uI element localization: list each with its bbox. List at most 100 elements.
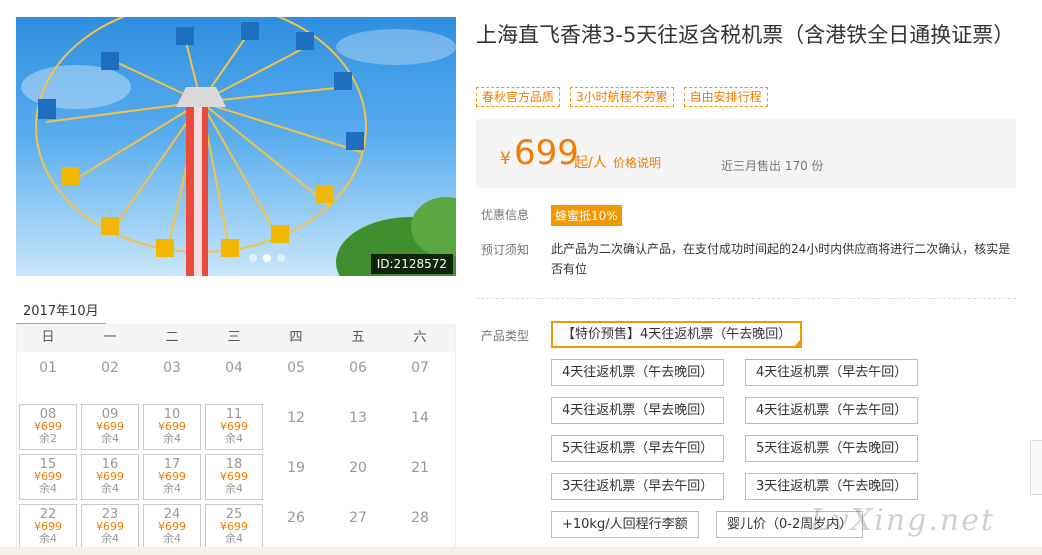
- product-image[interactable]: ID:2128572: [16, 17, 456, 276]
- carousel-dots: [249, 254, 285, 262]
- product-option[interactable]: 3天往返机票（午去晚回）: [745, 473, 919, 500]
- ferris-swing-ride-image: [21, 17, 456, 276]
- sold-count: 近三月售出 170 份: [721, 159, 824, 173]
- day-number: 02: [101, 360, 119, 376]
- option-label: 【特价预售】4天往返机票（午去晚回）: [562, 327, 792, 342]
- calendar-week-row: 01 02 03 04 05 06 07: [17, 352, 455, 402]
- calendar-day-available[interactable]: 08 ¥699 余2: [19, 404, 77, 450]
- promo-badge: 蜂蜜抵10%: [551, 205, 622, 226]
- weekday-label: 三: [227, 330, 241, 345]
- day-number: 27: [349, 510, 367, 526]
- calendar-day: 05: [265, 352, 327, 402]
- calendar-body: 01 02 03 04 05 06 07 08 ¥699 余2 09 ¥699 余4 10 ¥699 余4 11…: [17, 352, 455, 552]
- calendar-week-row: 22 ¥699 余4 23 ¥699 余4 24 ¥699 余4 25 ¥699 余4 26 27 28: [17, 502, 455, 552]
- image-id-label: ID:2128572: [370, 254, 453, 274]
- day-number: 14: [411, 410, 429, 426]
- feature-tag: 3小时航程不劳累: [570, 87, 674, 107]
- product-title: 上海直飞香港3-5天往返含税机票（含港铁全日通换证票）: [476, 23, 1015, 47]
- day-remaining: 余4: [39, 532, 57, 545]
- day-remaining: 余4: [163, 532, 181, 545]
- calendar: 日 一 二 三 四 五 六 01 02 03 04 05 06 07 08 ¥699 余2 09 ¥6…: [16, 324, 456, 555]
- product-option[interactable]: +10kg/人回程行李额: [551, 511, 699, 538]
- product-option[interactable]: 4天往返机票（早去午回）: [745, 359, 919, 386]
- calendar-day-available[interactable]: 23 ¥699 余4: [81, 504, 139, 550]
- calendar-day: 01: [17, 352, 79, 402]
- day-remaining: 余4: [39, 482, 57, 495]
- day-number: 19: [287, 460, 305, 476]
- day-number: 21: [411, 460, 429, 476]
- calendar-day-available[interactable]: 25 ¥699 余4: [205, 504, 263, 550]
- calendar-day-available[interactable]: 10 ¥699 余4: [143, 404, 201, 450]
- price-value: 699: [514, 133, 579, 173]
- calendar-day: 21: [389, 452, 451, 502]
- price-explanation-link[interactable]: 价格说明: [613, 154, 661, 171]
- feature-tag: 自由安排行程: [683, 87, 768, 107]
- divider: [476, 298, 1016, 299]
- feature-tag: 春秋官方品质: [476, 87, 561, 107]
- carousel-dot-active[interactable]: [263, 254, 271, 262]
- calendar-day-available[interactable]: 24 ¥699 余4: [143, 504, 201, 550]
- calendar-day: 14: [389, 402, 451, 452]
- product-option[interactable]: 5天往返机票（早去午回）: [551, 435, 725, 462]
- calendar-day: 02: [79, 352, 141, 402]
- product-option-selected[interactable]: 【特价预售】4天往返机票（午去晚回） ✓: [551, 321, 803, 348]
- calendar-day-available[interactable]: 15 ¥699 余4: [19, 454, 77, 500]
- product-option[interactable]: 4天往返机票（午去午回）: [745, 397, 919, 424]
- calendar-day: 27: [327, 502, 389, 552]
- calendar-day: 04: [203, 352, 265, 402]
- day-remaining: 余4: [101, 432, 119, 445]
- day-remaining: 余4: [225, 482, 243, 495]
- price-box: ¥ 699 起/人 价格说明 近三月售出 170 份: [476, 119, 1016, 188]
- weekday-label: 六: [413, 330, 427, 345]
- day-remaining: 余4: [225, 532, 243, 545]
- calendar-day: 13: [327, 402, 389, 452]
- carousel-dot[interactable]: [277, 254, 285, 262]
- day-number: 12: [287, 410, 305, 426]
- calendar-day: 12: [265, 402, 327, 452]
- calendar-day: 20: [327, 452, 389, 502]
- calendar-week-row: 08 ¥699 余2 09 ¥699 余4 10 ¥699 余4 11 ¥699 余4 12 13 14: [17, 402, 455, 452]
- product-option[interactable]: 4天往返机票（早去晚回）: [551, 397, 725, 424]
- day-number: 03: [163, 360, 181, 376]
- promo-label: 优惠信息: [481, 208, 530, 222]
- feature-tags: 春秋官方品质 3小时航程不劳累 自由安排行程: [476, 87, 768, 107]
- price-currency: ¥: [500, 149, 511, 169]
- product-option[interactable]: 4天往返机票（午去晚回）: [551, 359, 725, 386]
- calendar-day: 19: [265, 452, 327, 502]
- day-remaining: 余2: [39, 432, 57, 445]
- side-toolbar[interactable]: [1030, 440, 1042, 495]
- product-option[interactable]: 5天往返机票（午去晚回）: [745, 435, 919, 462]
- weekday-label: 一: [103, 330, 117, 345]
- product-type-label: 产品类型: [481, 329, 530, 343]
- carousel-dot[interactable]: [249, 254, 257, 262]
- calendar-day: 28: [389, 502, 451, 552]
- calendar-day-available[interactable]: 09 ¥699 余4: [81, 404, 139, 450]
- calendar-day: 06: [327, 352, 389, 402]
- notice-text: 此产品为二次确认产品，在支付成功时间起的24小时内供应商将进行二次确认，核实是否…: [551, 242, 1011, 276]
- product-option[interactable]: 3天往返机票（早去午回）: [551, 473, 725, 500]
- day-remaining: 余4: [163, 482, 181, 495]
- calendar-day: 07: [389, 352, 451, 402]
- watermark: LvXing.net: [810, 503, 996, 538]
- day-number: 01: [39, 360, 57, 376]
- day-number: 26: [287, 510, 305, 526]
- day-remaining: 余4: [163, 432, 181, 445]
- calendar-day-available[interactable]: 11 ¥699 余4: [205, 404, 263, 450]
- calendar-day-available[interactable]: 16 ¥699 余4: [81, 454, 139, 500]
- calendar-month-tab[interactable]: 2017年10月: [16, 296, 106, 326]
- calendar-day-available[interactable]: 18 ¥699 余4: [205, 454, 263, 500]
- calendar-day-available[interactable]: 22 ¥699 余4: [19, 504, 77, 550]
- day-number: 20: [349, 460, 367, 476]
- day-number: 06: [349, 360, 367, 376]
- weekday-label: 日: [41, 330, 55, 345]
- day-number: 07: [411, 360, 429, 376]
- calendar-day: 03: [141, 352, 203, 402]
- day-remaining: 余4: [225, 432, 243, 445]
- day-remaining: 余4: [101, 482, 119, 495]
- calendar-day-available[interactable]: 17 ¥699 余4: [143, 454, 201, 500]
- calendar-day: 26: [265, 502, 327, 552]
- weekday-label: 五: [351, 330, 365, 345]
- day-number: 28: [411, 510, 429, 526]
- weekday-label: 二: [165, 330, 179, 345]
- notice-label: 预订须知: [481, 243, 530, 257]
